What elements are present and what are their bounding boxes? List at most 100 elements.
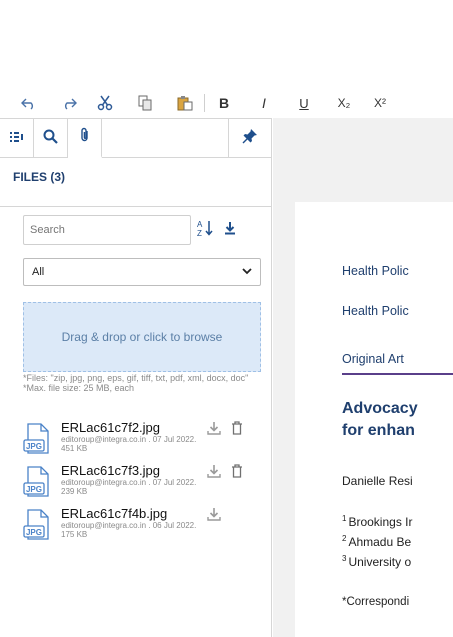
article-title-line1: Advocacy bbox=[342, 400, 418, 417]
file-meta: editoroup@integra.co.in . 07 Jul 2022. bbox=[61, 478, 197, 487]
panel-tabs bbox=[0, 118, 271, 158]
svg-text:A: A bbox=[197, 220, 203, 229]
toolbar-divider bbox=[204, 94, 205, 112]
files-title: FILES (3) bbox=[13, 170, 66, 184]
delete-file-button[interactable] bbox=[229, 463, 245, 483]
corresponding-author: *Correspondi bbox=[342, 596, 410, 608]
jpg-file-icon: JPG bbox=[23, 509, 53, 543]
list-item[interactable]: JPG ERLac61c7f3.jpg editoroup@integra.co… bbox=[23, 464, 263, 507]
paperclip-icon bbox=[79, 127, 91, 148]
delete-file-button[interactable] bbox=[229, 420, 245, 440]
download-file-button[interactable] bbox=[206, 507, 222, 526]
tab-attachments[interactable] bbox=[68, 119, 102, 158]
download-icon bbox=[207, 421, 221, 440]
download-icon bbox=[207, 507, 221, 526]
redo-button[interactable] bbox=[54, 90, 84, 116]
tab-pin[interactable] bbox=[229, 119, 271, 158]
file-dropzone[interactable]: Drag & drop or click to browse bbox=[23, 302, 261, 372]
copy-icon bbox=[138, 95, 152, 111]
upload-hint-size: *Max. file size: 25 MB, each bbox=[23, 383, 135, 393]
download-icon bbox=[207, 464, 221, 483]
document-page[interactable]: Health Polic Health Polic Original Art A… bbox=[295, 202, 453, 637]
subscript-button[interactable]: X₂ bbox=[329, 90, 359, 116]
tab-search[interactable] bbox=[34, 119, 68, 158]
jpg-file-icon: JPG bbox=[23, 466, 53, 500]
superscript-button[interactable]: X² bbox=[365, 90, 395, 116]
upload-hint-types: *Files: "zip, jpg, png, eps, gif, tiff, … bbox=[23, 373, 249, 383]
download-file-button[interactable] bbox=[206, 421, 222, 440]
upload-hint: *Files: "zip, jpg, png, eps, gif, tiff, … bbox=[23, 373, 263, 393]
affiliation-number: 1 bbox=[342, 514, 347, 523]
document-area: Health Polic Health Polic Original Art A… bbox=[273, 118, 453, 637]
bold-button[interactable]: B bbox=[209, 90, 239, 116]
affiliation-number: 3 bbox=[342, 554, 347, 563]
trash-icon bbox=[231, 420, 243, 440]
cut-button[interactable] bbox=[90, 90, 120, 116]
tab-outline[interactable] bbox=[0, 119, 34, 158]
svg-text:Z: Z bbox=[197, 229, 202, 237]
affiliation-text: Brookings Ir bbox=[348, 515, 413, 529]
file-meta: editoroup@integra.co.in . 06 Jul 2022. bbox=[61, 521, 197, 530]
undo-button[interactable] bbox=[14, 90, 44, 116]
list-item[interactable]: JPG ERLac61c7f4b.jpg editoroup@integra.c… bbox=[23, 507, 263, 550]
trash-icon bbox=[231, 463, 243, 483]
file-name: ERLac61c7f2.jpg bbox=[61, 420, 161, 435]
files-panel: FILES (3) AZ All Drag & drop or click to… bbox=[0, 118, 272, 637]
undo-icon bbox=[21, 96, 37, 110]
sort-button[interactable]: AZ bbox=[195, 219, 217, 241]
file-size: 451 KB bbox=[61, 444, 88, 453]
affiliation-2: 2 Ahmadu Be bbox=[342, 534, 411, 549]
file-meta: editoroup@integra.co.in . 07 Jul 2022. bbox=[61, 435, 197, 444]
file-info: ERLac61c7f2.jpg editoroup@integra.co.in … bbox=[61, 421, 211, 464]
tab-spacer bbox=[102, 119, 229, 157]
sort-az-icon: AZ bbox=[197, 219, 215, 242]
search-row: AZ bbox=[23, 215, 241, 245]
file-size: 239 KB bbox=[61, 487, 88, 496]
file-actions bbox=[206, 463, 252, 483]
editor-toolbar: B I U X₂ X² bbox=[0, 88, 453, 118]
journal-header-secondary: Health Polic bbox=[342, 304, 409, 318]
filter-selected-value: All bbox=[32, 266, 45, 278]
download-icon bbox=[223, 221, 237, 240]
panel-divider bbox=[0, 206, 272, 207]
file-filter-select[interactable]: All bbox=[23, 258, 261, 286]
affiliation-text: University o bbox=[348, 555, 412, 569]
copy-button[interactable] bbox=[130, 90, 160, 116]
search-input[interactable] bbox=[23, 215, 191, 245]
dropzone-label: Drag & drop or click to browse bbox=[61, 330, 223, 344]
affiliation-number: 2 bbox=[342, 534, 347, 543]
search-icon bbox=[43, 129, 58, 149]
redo-icon bbox=[61, 96, 77, 110]
paste-icon bbox=[177, 95, 193, 111]
file-list: JPG ERLac61c7f2.jpg editoroup@integra.co… bbox=[23, 421, 263, 550]
file-name: ERLac61c7f3.jpg bbox=[61, 463, 161, 478]
download-all-button[interactable] bbox=[219, 219, 241, 241]
file-actions bbox=[206, 420, 252, 440]
svg-text:JPG: JPG bbox=[26, 485, 42, 494]
paste-button[interactable] bbox=[170, 90, 200, 116]
journal-header: Health Polic bbox=[342, 264, 409, 278]
underline-button[interactable]: U bbox=[289, 90, 319, 116]
article-type: Original Art bbox=[342, 352, 404, 366]
file-name: ERLac61c7f4b.jpg bbox=[61, 506, 168, 521]
author-line: Danielle Resi bbox=[342, 474, 413, 488]
jpg-file-icon: JPG bbox=[23, 423, 53, 457]
affiliation-text: Ahmadu Be bbox=[348, 535, 412, 549]
article-type-rule bbox=[342, 373, 453, 375]
pin-icon bbox=[242, 128, 258, 149]
chevron-down-icon bbox=[242, 267, 252, 278]
file-info: ERLac61c7f4b.jpg editoroup@integra.co.in… bbox=[61, 507, 211, 550]
download-file-button[interactable] bbox=[206, 464, 222, 483]
svg-text:JPG: JPG bbox=[26, 442, 42, 451]
file-size: 175 KB bbox=[61, 530, 88, 539]
list-item[interactable]: JPG ERLac61c7f2.jpg editoroup@integra.co… bbox=[23, 421, 263, 464]
affiliation-1: 1 Brookings Ir bbox=[342, 514, 412, 529]
article-title-line2: for enhan bbox=[342, 422, 415, 439]
svg-text:JPG: JPG bbox=[26, 528, 42, 537]
affiliation-3: 3 University o bbox=[342, 554, 411, 569]
list-icon bbox=[9, 130, 24, 148]
italic-button[interactable]: I bbox=[249, 90, 279, 116]
file-info: ERLac61c7f3.jpg editoroup@integra.co.in … bbox=[61, 464, 211, 507]
file-actions bbox=[206, 507, 229, 526]
scissors-icon bbox=[97, 95, 113, 111]
